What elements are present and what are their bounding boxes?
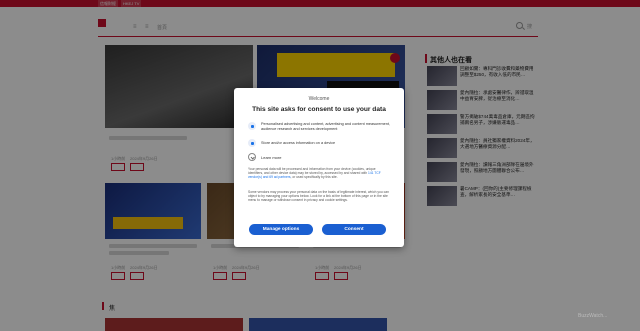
consent-body-2: Some vendors may process your personal d… — [248, 190, 389, 203]
consent-body-1b: , or used specifically by this site. — [290, 175, 338, 180]
consent-body-1a: Your personal data will be processed and… — [248, 167, 376, 176]
consent-button[interactable]: Consent — [322, 224, 386, 235]
device-icon — [248, 139, 256, 147]
watermark: BuzzWatch... — [578, 313, 608, 319]
purpose-storage-text: Store and/or access information on a dev… — [261, 140, 336, 145]
purpose-advertising: Personalised advertising and content, ad… — [248, 122, 396, 136]
learn-more-link[interactable]: Learn more — [261, 155, 281, 160]
dialog-title: This site asks for consent to use your d… — [252, 106, 386, 113]
chevron-down-icon[interactable] — [248, 153, 256, 161]
consent-body-1: Your personal data will be processed and… — [248, 167, 390, 180]
consent-dialog: Welcome This site asks for consent to us… — [234, 88, 404, 247]
purpose-advertising-text: Personalised advertising and content, ad… — [261, 122, 390, 131]
manage-options-button[interactable]: Manage options — [249, 224, 313, 235]
purpose-storage: Store and/or access information on a dev… — [248, 139, 396, 149]
person-icon — [248, 122, 256, 130]
dialog-welcome: Welcome — [308, 96, 330, 102]
